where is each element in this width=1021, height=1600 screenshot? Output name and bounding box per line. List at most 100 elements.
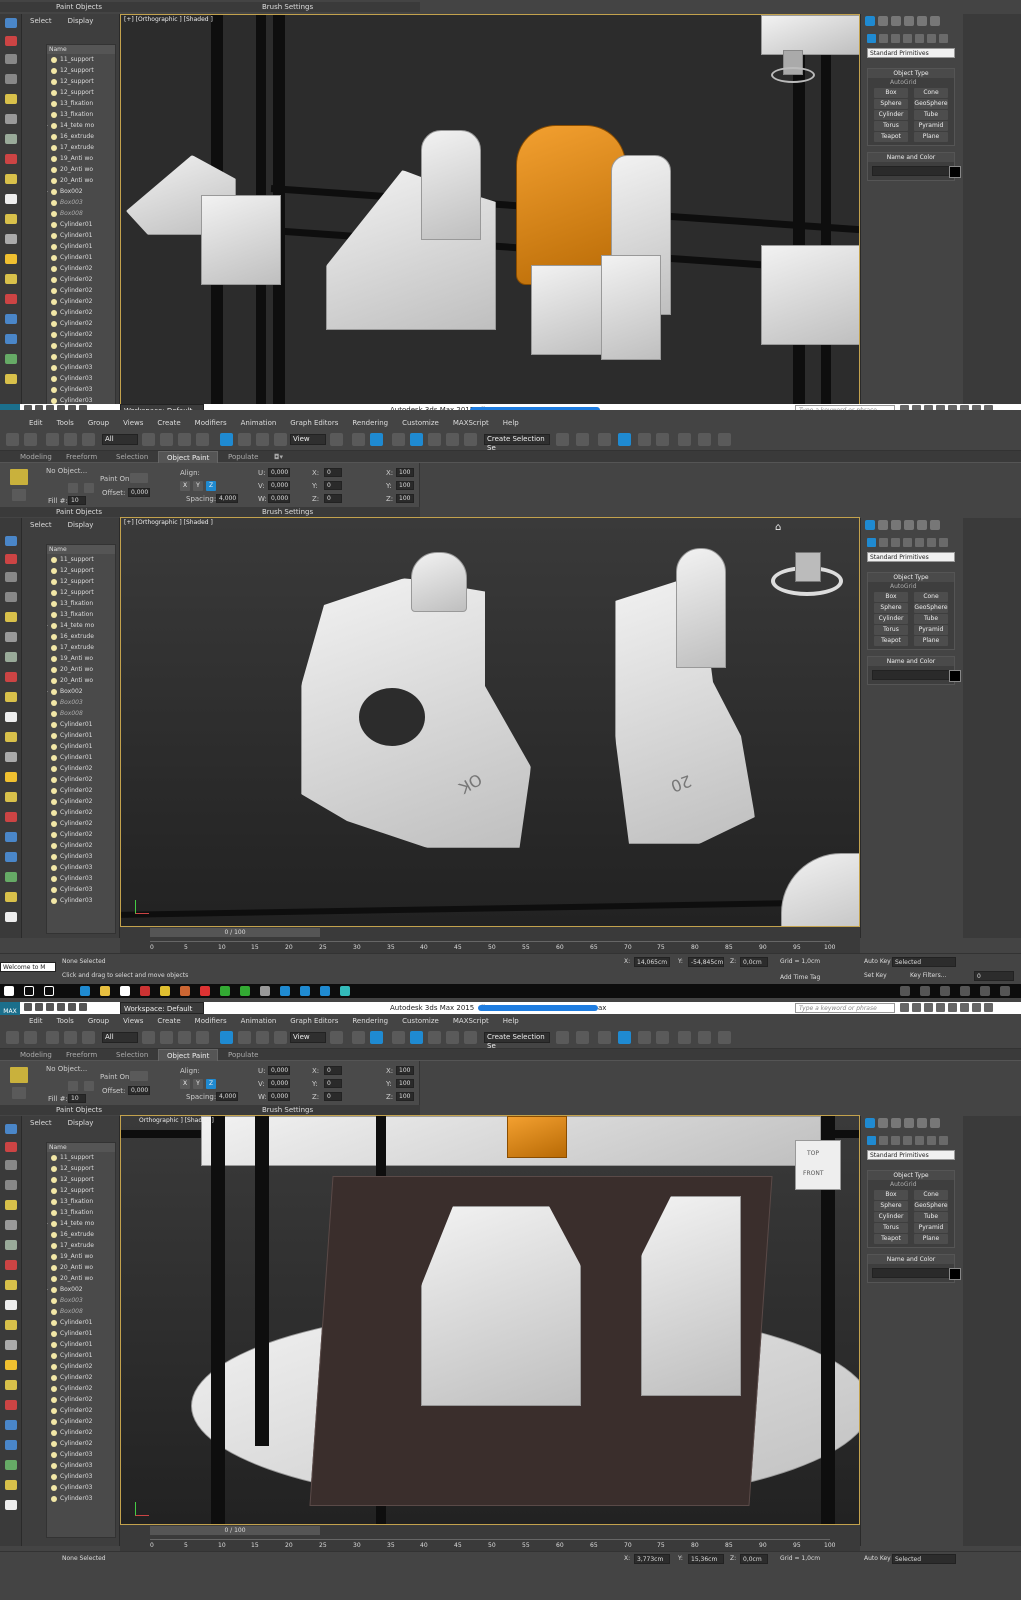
tool-icon[interactable] <box>5 18 17 28</box>
menu-views[interactable]: Views <box>116 417 150 429</box>
scene-tree-item[interactable]: 14_tete mo <box>47 120 115 131</box>
tool-icon[interactable] <box>5 214 17 224</box>
rect-select-icon[interactable] <box>178 1031 191 1044</box>
spacing-spinner[interactable]: 4,000 <box>216 1092 238 1101</box>
tab-freeform[interactable]: Freeform <box>58 1049 105 1061</box>
tube-button[interactable]: Tube <box>914 614 948 624</box>
object-type-title[interactable]: Object Type <box>868 573 954 582</box>
pick-icon[interactable] <box>68 483 78 493</box>
scene-tree-item[interactable]: Box003 <box>47 197 115 208</box>
move-icon[interactable] <box>220 1031 233 1044</box>
render-icon[interactable] <box>718 1031 731 1044</box>
tool-icon[interactable] <box>5 672 17 682</box>
viewport-label[interactable]: [+] [Orthographic ] [Shaded ] <box>124 519 213 526</box>
pivot-icon[interactable] <box>330 1031 343 1044</box>
tool-icon[interactable] <box>5 692 17 702</box>
scene-tree-item[interactable]: Cylinder01 <box>47 1339 115 1350</box>
app-icon[interactable] <box>220 986 230 996</box>
keyboard-shortcut-icon[interactable] <box>370 1031 383 1044</box>
scene-tree-item[interactable]: 12_support <box>47 76 115 87</box>
scene-tree-item[interactable]: Cylinder01 <box>47 1328 115 1339</box>
unlink-icon[interactable] <box>64 1031 77 1044</box>
select-by-name-icon[interactable] <box>160 433 173 446</box>
cone-button[interactable]: Cone <box>914 1190 948 1200</box>
layer-icon[interactable] <box>598 1031 611 1044</box>
hierarchy-tab-icon[interactable] <box>891 1118 901 1128</box>
scene-tree-item[interactable]: 12_support <box>47 65 115 76</box>
search-icon[interactable] <box>24 986 34 996</box>
help-icon[interactable] <box>948 1003 957 1012</box>
schematic-icon[interactable] <box>656 433 669 446</box>
tool-icon[interactable] <box>5 536 17 546</box>
viewcube-box[interactable] <box>795 1140 841 1190</box>
minimize-icon[interactable] <box>960 1003 969 1012</box>
scene-tree-item[interactable]: Cylinder03 <box>47 1471 115 1482</box>
tool-icon[interactable] <box>5 1160 17 1170</box>
cone-button[interactable]: Cone <box>914 88 948 98</box>
scene-tree-item[interactable]: Cylinder03 <box>47 895 115 906</box>
app-icon[interactable] <box>320 986 330 996</box>
paint-objects-label[interactable]: Paint Objects <box>56 2 102 12</box>
rot-z-spinner[interactable]: 0 <box>324 1092 342 1101</box>
pyramid-button[interactable]: Pyramid <box>914 1223 948 1233</box>
scene-tree-item[interactable]: 16_extrude <box>47 1229 115 1240</box>
tool-icon[interactable] <box>5 54 17 64</box>
tool-icon[interactable] <box>5 94 17 104</box>
chrome-icon[interactable] <box>160 986 170 996</box>
scene-tree-item[interactable]: 12_support <box>47 87 115 98</box>
carriage-part[interactable] <box>201 195 281 285</box>
scene-tree-item[interactable]: Cylinder01 <box>47 730 115 741</box>
scene-tree-item[interactable]: Cylinder02 <box>47 1416 115 1427</box>
scale-z-spinner[interactable]: 100 <box>396 1092 414 1101</box>
paint-alt-icon[interactable] <box>12 1087 26 1099</box>
tray-icon[interactable] <box>960 986 970 996</box>
paint-on-icon[interactable] <box>130 473 148 483</box>
place-icon[interactable] <box>274 433 287 446</box>
offset-spinner[interactable]: 0,000 <box>128 1086 150 1095</box>
tool-icon[interactable] <box>5 1360 17 1370</box>
tool-icon[interactable] <box>5 314 17 324</box>
key-filters-button[interactable]: Key Filters... <box>910 972 947 979</box>
paint-brush-icon[interactable] <box>10 469 28 485</box>
tool-icon[interactable] <box>5 872 17 882</box>
select-menu[interactable]: Select <box>22 1116 60 1130</box>
edit-named-sets-icon[interactable] <box>464 1031 477 1044</box>
box-button[interactable]: Box <box>874 592 908 602</box>
open-icon[interactable] <box>35 1003 43 1011</box>
timeline-track[interactable]: 0 5 10 15 20 25 30 35 40 45 50 55 60 65 70 75 80 85 90 95 10… <box>150 1539 835 1550</box>
redo-icon[interactable] <box>24 1031 37 1044</box>
scene-tree-item[interactable]: Cylinder02 <box>47 1361 115 1372</box>
menu-animation[interactable]: Animation <box>234 1015 284 1027</box>
spacewarps-icon[interactable] <box>927 34 936 43</box>
new-icon[interactable] <box>24 1003 32 1011</box>
tray-icon[interactable] <box>920 986 930 996</box>
scene-tree-item[interactable]: Cylinder03 <box>47 851 115 862</box>
select-menu[interactable]: Select <box>22 518 60 532</box>
maxscript-listener[interactable]: Welcome to M <box>0 962 56 972</box>
reference-coord-dropdown[interactable]: View <box>290 434 326 445</box>
hierarchy-tab-icon[interactable] <box>891 520 901 530</box>
motion-tab-icon[interactable] <box>904 1118 914 1128</box>
align-x-button[interactable]: X <box>180 481 190 491</box>
scene-tree-item[interactable]: Cylinder02 <box>47 774 115 785</box>
scene-tree-item[interactable]: 19_Anti wo <box>47 153 115 164</box>
selection-filter-dropdown[interactable]: All <box>102 1032 138 1043</box>
scene-tree-item[interactable]: Cylinder02 <box>47 340 115 351</box>
scene-tree-item[interactable]: 12_support <box>47 576 115 587</box>
scene-tree-item[interactable]: Cylinder02 <box>47 296 115 307</box>
tool-icon[interactable] <box>5 174 17 184</box>
viewport[interactable]: Orthographic ] [Shaded ] TOP FRONT <box>120 1115 860 1525</box>
tool-icon[interactable] <box>5 772 17 782</box>
display-menu[interactable]: Display <box>60 14 102 28</box>
keyboard-shortcut-icon[interactable] <box>370 433 383 446</box>
object-name-field[interactable] <box>872 670 961 682</box>
layer-icon[interactable] <box>598 433 611 446</box>
scene-tree-item[interactable]: Cylinder03 <box>47 373 115 384</box>
undo-icon[interactable] <box>57 1003 65 1011</box>
scene-tree-item[interactable]: 20_Anti wo <box>47 1262 115 1273</box>
scene-tree-item[interactable]: Cylinder03 <box>47 384 115 395</box>
selection-filter-dropdown[interactable]: All <box>102 434 138 445</box>
tube-part[interactable] <box>676 548 726 668</box>
scene-tree-item[interactable]: 20_Anti wo <box>47 164 115 175</box>
scene-tree-item[interactable]: 13_fixation <box>47 1196 115 1207</box>
